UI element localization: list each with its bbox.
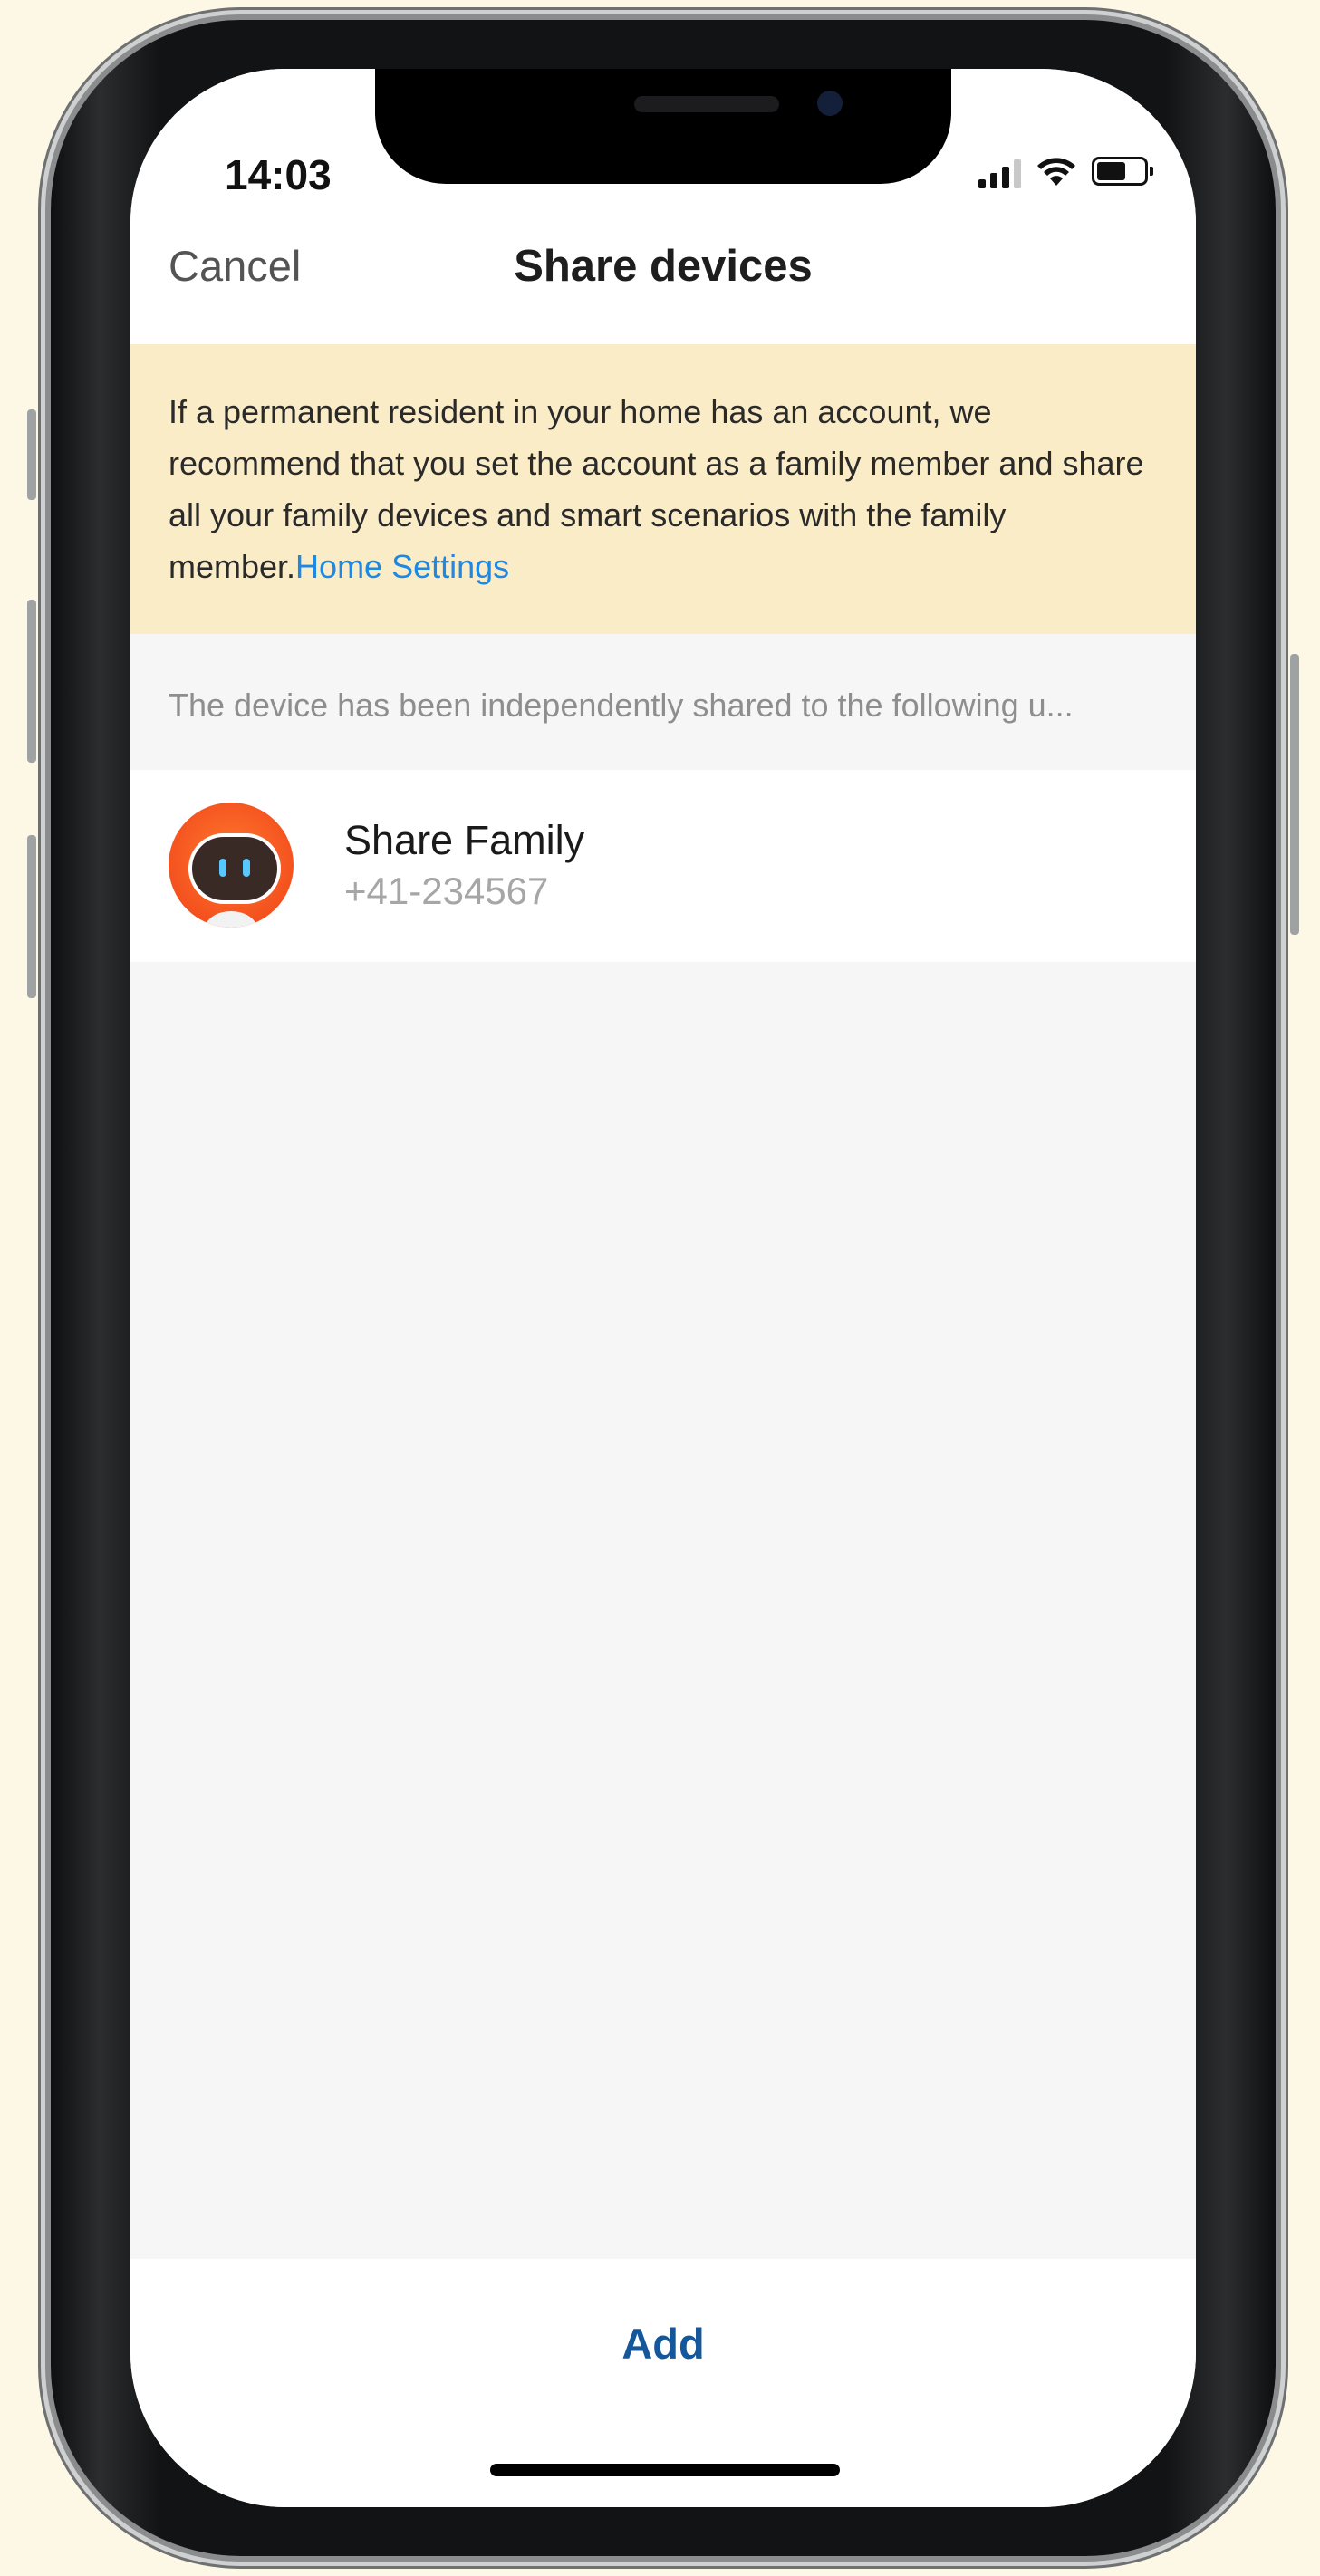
status-bar: 14:03 [130,69,1196,205]
shared-users-header: The device has been independently shared… [169,687,1074,724]
phone-frame: 14:03 Cancel Share devices If a permanen… [27,20,1299,2556]
side-button-silent [27,409,36,500]
status-icons [978,152,1153,188]
wifi-icon [1037,158,1075,186]
shared-user-phone: +41-234567 [344,870,549,912]
signal-icon [978,158,1021,188]
status-time: 14:03 [225,151,332,198]
page-title: Share devices [514,242,813,291]
phone-screen: 14:03 Cancel Share devices If a permanen… [130,69,1196,2507]
front-camera [817,91,843,116]
side-button-power [1290,654,1299,935]
battery-icon [1092,157,1153,186]
shared-user-name: Share Family [344,817,585,863]
robot-avatar-icon [169,803,294,928]
speaker [634,96,779,112]
side-button-volume-up [27,600,36,763]
notch [375,69,951,184]
bottom-action-bar: Add [130,2259,1196,2507]
family-member-notice: If a permanent resident in your home has… [130,344,1196,634]
side-button-volume-down [27,835,36,998]
shared-user-row[interactable]: Share Family +41-234567 [130,770,1196,962]
home-settings-link[interactable]: Home Settings [295,548,509,585]
navigation-bar: Cancel Share devices [130,205,1196,344]
add-button[interactable]: Add [130,2319,1196,2369]
home-indicator[interactable] [490,2464,840,2476]
